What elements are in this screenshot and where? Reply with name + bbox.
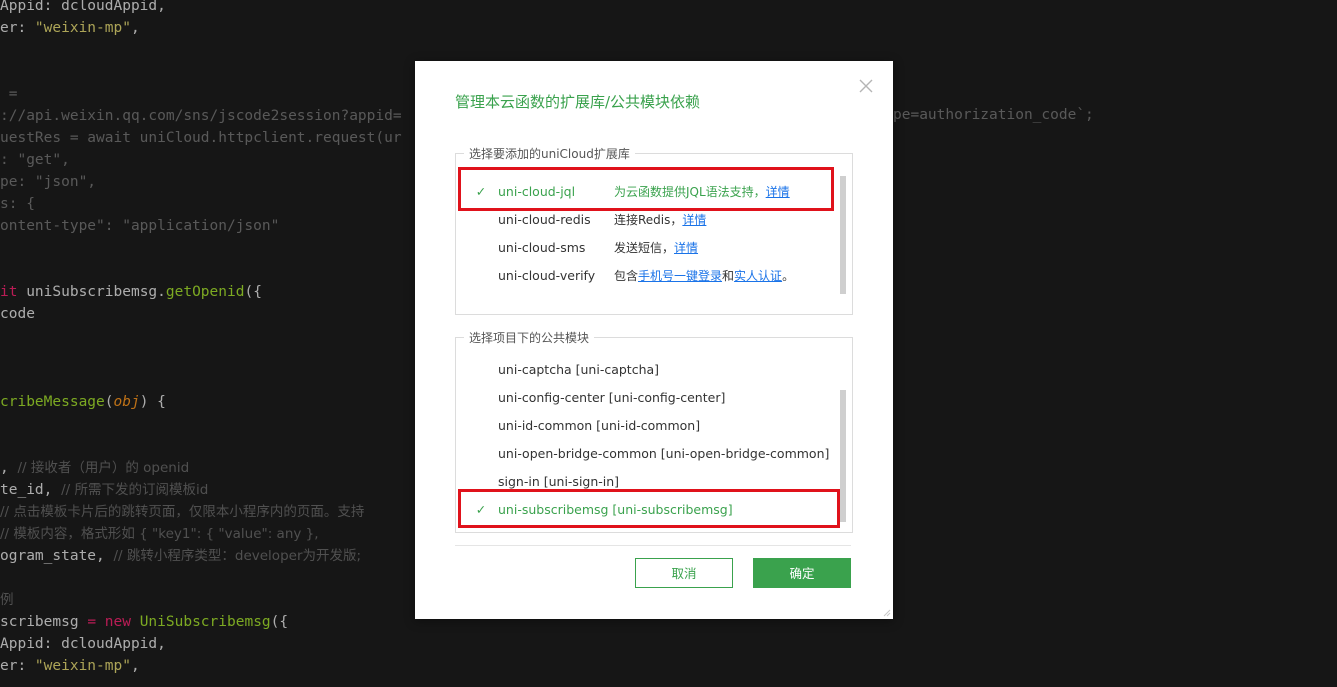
module-item[interactable]: sign-in [uni-sign-in] — [456, 468, 836, 496]
description-text: 为云函数提供JQL语法支持， — [614, 185, 766, 199]
public-module-group: 选择项目下的公共模块 uni-captcha [uni-captcha] uni-… — [455, 329, 853, 533]
module-item[interactable]: uni-captcha [uni-captcha] — [456, 356, 836, 384]
details-link[interactable]: 实人认证 — [734, 269, 782, 283]
description-text: 发送短信， — [614, 241, 675, 255]
details-link[interactable]: 详情 — [682, 213, 706, 227]
cancel-button[interactable]: 取消 — [635, 558, 733, 588]
description-text: 。 — [782, 269, 795, 283]
description-text: 连接Redis， — [614, 213, 683, 227]
extension-library-legend: 选择要添加的uniCloud扩展库 — [464, 145, 635, 162]
footer-divider — [455, 545, 851, 546]
description-text: 和 — [722, 269, 735, 283]
details-link[interactable]: 手机号一键登录 — [638, 269, 722, 283]
module-scrollbar[interactable] — [840, 390, 846, 522]
extension-item-name: uni-cloud-verify — [498, 268, 596, 283]
module-item[interactable]: uni-config-center [uni-config-center] — [456, 384, 836, 412]
public-module-list[interactable]: uni-captcha [uni-captcha] uni-config-cent… — [456, 354, 852, 532]
module-item-name: uni-subscribemsg [uni-subscribemsg] — [498, 502, 733, 517]
extension-library-list[interactable]: ✓ uni-cloud-jql 为云函数提供JQL语法支持，详情 uni-cloud-… — [456, 162, 852, 290]
resize-grip-icon[interactable] — [883, 609, 891, 617]
extension-item-description: 为云函数提供JQL语法支持，详情 — [614, 178, 790, 206]
module-item[interactable]: uni-open-bridge-common [uni-open-bridge-… — [456, 440, 836, 468]
extension-item-name: uni-cloud-jql — [498, 184, 576, 199]
module-scroll-thumb[interactable] — [840, 390, 846, 522]
close-button[interactable] — [857, 77, 875, 95]
extension-item[interactable]: uni-cloud-sms 发送短信，详情 — [456, 234, 836, 262]
dependency-dialog: 管理本云函数的扩展库/公共模块依赖 选择要添加的uniCloud扩展库 ✓ uni… — [415, 61, 893, 619]
confirm-button[interactable]: 确定 — [753, 558, 851, 588]
extension-scroll-thumb[interactable] — [840, 176, 846, 294]
public-module-legend: 选择项目下的公共模块 — [464, 329, 595, 346]
module-item-name: uni-config-center [uni-config-center] — [498, 390, 726, 405]
extension-library-group: 选择要添加的uniCloud扩展库 ✓ uni-cloud-jql 为云函数提供JQ… — [455, 145, 853, 315]
extension-item-name: uni-cloud-sms — [498, 240, 586, 255]
module-item-name: uni-id-common [uni-id-common] — [498, 418, 701, 433]
module-item-name: uni-captcha [uni-captcha] — [498, 362, 660, 377]
extension-scrollbar[interactable] — [840, 176, 846, 294]
extension-item[interactable]: ✓ uni-cloud-jql 为云函数提供JQL语法支持，详情 — [456, 178, 836, 206]
module-item-name: uni-open-bridge-common [uni-open-bridge-… — [498, 446, 830, 461]
checkmark-icon: ✓ — [475, 502, 487, 517]
dialog-title: 管理本云函数的扩展库/公共模块依赖 — [455, 93, 701, 111]
description-text: 包含 — [614, 269, 639, 283]
module-item-name: sign-in [uni-sign-in] — [498, 474, 620, 489]
extension-item[interactable]: uni-cloud-redis 连接Redis，详情 — [456, 206, 836, 234]
module-item[interactable]: ✓ uni-subscribemsg [uni-subscribemsg] — [456, 496, 836, 524]
details-link[interactable]: 详情 — [674, 241, 698, 255]
checkmark-icon: ✓ — [475, 184, 487, 199]
extension-item-name: uni-cloud-redis — [498, 212, 591, 227]
module-item[interactable]: uni-id-common [uni-id-common] — [456, 412, 836, 440]
extension-item-description: 连接Redis，详情 — [614, 206, 706, 234]
extension-item[interactable]: uni-cloud-verify 包含手机号一键登录和实人认证。 — [456, 262, 836, 290]
close-icon — [859, 79, 873, 93]
extension-item-description: 发送短信，详情 — [614, 234, 698, 262]
extension-item-description: 包含手机号一键登录和实人认证。 — [614, 262, 794, 290]
details-link[interactable]: 详情 — [766, 185, 790, 199]
